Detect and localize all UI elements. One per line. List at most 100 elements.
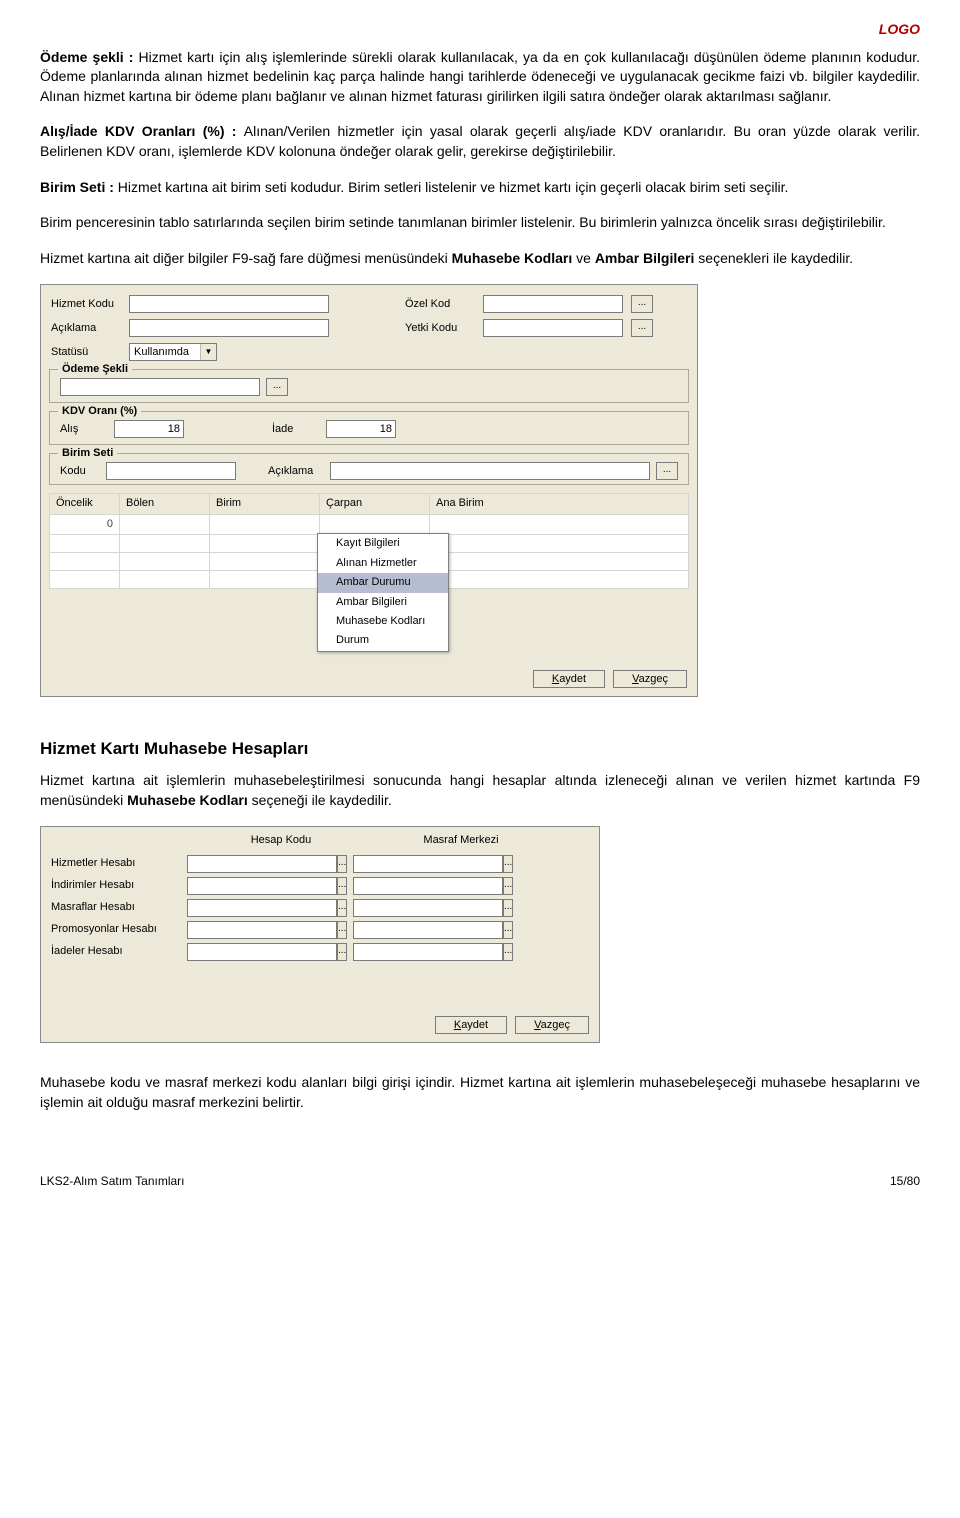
p5-c: ve <box>572 250 595 266</box>
label-kodu: Kodu <box>60 464 100 479</box>
label-yetki-kodu: Yetki Kodu <box>405 321 475 336</box>
p5-e: seçenekleri ile kaydedilir. <box>694 250 853 266</box>
header-hesap-kodu: Hesap Kodu <box>191 833 371 848</box>
muhasebe-kodlari-dialog: Hesap Kodu Masraf Merkezi Hizmetler Hesa… <box>40 826 600 1043</box>
s2-b: Muhasebe Kodları <box>127 792 248 808</box>
label-statusu: Statüsü <box>51 345 121 360</box>
indirimler-masraf-input[interactable] <box>353 877 503 895</box>
row-label-hizmetler: Hizmetler Hesabı <box>51 856 181 871</box>
label-hizmet-kodu: Hizmet Kodu <box>51 297 121 312</box>
acc-vazgec-button[interactable]: Vazgeç <box>515 1016 589 1034</box>
iadeler-hesap-lookup[interactable]: ... <box>337 943 347 961</box>
yetki-kodu-lookup-button[interactable]: ... <box>631 319 653 337</box>
menu-item-muhasebe-kodlari[interactable]: Muhasebe Kodları <box>318 612 448 631</box>
indirimler-masraf-lookup[interactable]: ... <box>503 877 513 895</box>
section-title-muhasebe: Hizmet Kartı Muhasebe Hesapları <box>40 737 920 761</box>
odeme-sekli-input[interactable] <box>60 378 260 396</box>
paragraph-kdv-oranlari: Alış/İade KDV Oranları (%) : Alınan/Veri… <box>40 122 920 161</box>
iadeler-hesap-input[interactable] <box>187 943 337 961</box>
row-label-promosyonlar: Promosyonlar Hesabı <box>51 922 181 937</box>
legend-odeme-sekli: Ödeme Şekli <box>58 362 132 377</box>
iadeler-masraf-lookup[interactable]: ... <box>503 943 513 961</box>
label-alis: Alış <box>60 422 90 437</box>
row-label-indirimler: İndirimler Hesabı <box>51 878 181 893</box>
p5-a: Hizmet kartına ait diğer bilgiler F9-sağ… <box>40 250 452 266</box>
aciklama-input[interactable] <box>129 319 329 337</box>
header-masraf-merkezi: Masraf Merkezi <box>371 833 551 848</box>
legend-kdv-orani: KDV Oranı (%) <box>58 404 141 419</box>
promosyonlar-masraf-input[interactable] <box>353 921 503 939</box>
kaydet-button[interactable]: Kaydet <box>533 670 605 688</box>
text-odeme-sekli: Hizmet kartı için alış işlemlerinde süre… <box>40 49 920 104</box>
table-row[interactable]: 0 <box>50 514 689 534</box>
paragraph-f9-menu: Hizmet kartına ait diğer bilgiler F9-sağ… <box>40 249 920 269</box>
label-aciklama2: Açıklama <box>268 464 324 479</box>
indirimler-hesap-input[interactable] <box>187 877 337 895</box>
statusu-value: Kullanımda <box>130 345 200 360</box>
hizmetler-masraf-input[interactable] <box>353 855 503 873</box>
th-bolen: Bölen <box>120 494 210 514</box>
footer-page: 15/80 <box>890 1173 920 1190</box>
masraflar-masraf-lookup[interactable]: ... <box>503 899 513 917</box>
iadeler-masraf-input[interactable] <box>353 943 503 961</box>
hizmet-karti-dialog: Hizmet Kodu Özel Kod ... Açıklama Yetki … <box>40 284 698 697</box>
masraflar-hesap-input[interactable] <box>187 899 337 917</box>
hizmetler-hesap-lookup[interactable]: ... <box>337 855 347 873</box>
hizmetler-hesap-input[interactable] <box>187 855 337 873</box>
th-oncelik: Öncelik <box>50 494 120 514</box>
odeme-sekli-lookup-button[interactable]: ... <box>266 378 288 396</box>
statusu-dropdown[interactable]: Kullanımda ▼ <box>129 343 217 361</box>
menu-item-kayit-bilgileri[interactable]: Kayıt Bilgileri <box>318 534 448 553</box>
label-iade: İade <box>272 422 302 437</box>
vazgec-button[interactable]: Vazgeç <box>613 670 687 688</box>
footer-left: LKS2-Alım Satım Tanımları <box>40 1173 185 1190</box>
lead-kdv-oranlari: Alış/İade KDV Oranları (%) : <box>40 123 244 139</box>
promosyonlar-hesap-input[interactable] <box>187 921 337 939</box>
paragraph-odeme-sekli: Ödeme şekli : Hizmet kartı için alış işl… <box>40 48 920 107</box>
birim-seti-group: Birim Seti Kodu Açıklama ... <box>49 453 689 485</box>
promosyonlar-masraf-lookup[interactable]: ... <box>503 921 513 939</box>
birim-aciklama-input[interactable] <box>330 462 650 480</box>
acc-kaydet-button[interactable]: Kaydet <box>435 1016 507 1034</box>
hizmet-kodu-input[interactable] <box>129 295 329 313</box>
lead-birim-seti: Birim Seti : <box>40 179 118 195</box>
s2-c: seçeneği ile kaydedilir. <box>248 792 392 808</box>
label-aciklama: Açıklama <box>51 321 121 336</box>
kaydet-rest: aydet <box>559 673 586 685</box>
th-ana-birim: Ana Birim <box>430 494 689 514</box>
masraflar-masraf-input[interactable] <box>353 899 503 917</box>
cell-oncelik: 0 <box>50 514 120 534</box>
text-birim-seti: Hizmet kartına ait birim seti kodudur. B… <box>118 179 789 195</box>
paragraph-birim-penceresi: Birim penceresinin tablo satırlarında se… <box>40 213 920 233</box>
menu-item-durum[interactable]: Durum <box>318 631 448 650</box>
paragraph-birim-seti: Birim Seti : Hizmet kartına ait birim se… <box>40 178 920 198</box>
th-carpan: Çarpan <box>320 494 430 514</box>
hizmetler-masraf-lookup[interactable]: ... <box>503 855 513 873</box>
yetki-kodu-input[interactable] <box>483 319 623 337</box>
row-label-masraflar: Masraflar Hesabı <box>51 900 181 915</box>
lead-odeme-sekli: Ödeme şekli : <box>40 49 138 65</box>
menu-item-alinan-hizmetler[interactable]: Alınan Hizmetler <box>318 554 448 573</box>
birim-lookup-button[interactable]: ... <box>656 462 678 480</box>
birim-kodu-input[interactable] <box>106 462 236 480</box>
row-label-iadeler: İadeler Hesabı <box>51 944 181 959</box>
alis-input[interactable] <box>114 420 184 438</box>
th-birim: Birim <box>210 494 320 514</box>
menu-item-ambar-durumu[interactable]: Ambar Durumu <box>318 573 448 592</box>
paragraph-muhasebe-intro: Hizmet kartına ait işlemlerin muhasebele… <box>40 771 920 810</box>
kdv-orani-group: KDV Oranı (%) Alış İade <box>49 411 689 445</box>
p5-d: Ambar Bilgileri <box>595 250 695 266</box>
menu-item-ambar-bilgileri[interactable]: Ambar Bilgileri <box>318 593 448 612</box>
legend-birim-seti: Birim Seti <box>58 446 117 461</box>
chevron-down-icon: ▼ <box>200 344 216 360</box>
indirimler-hesap-lookup[interactable]: ... <box>337 877 347 895</box>
vazgec-rest: azgeç <box>639 673 668 685</box>
ozel-kod-lookup-button[interactable]: ... <box>631 295 653 313</box>
odeme-sekli-group: Ödeme Şekli ... <box>49 369 689 403</box>
masraflar-hesap-lookup[interactable]: ... <box>337 899 347 917</box>
context-menu[interactable]: Kayıt Bilgileri Alınan Hizmetler Ambar D… <box>317 533 449 651</box>
iade-input[interactable] <box>326 420 396 438</box>
promosyonlar-hesap-lookup[interactable]: ... <box>337 921 347 939</box>
label-ozel-kod: Özel Kod <box>405 297 475 312</box>
ozel-kod-input[interactable] <box>483 295 623 313</box>
